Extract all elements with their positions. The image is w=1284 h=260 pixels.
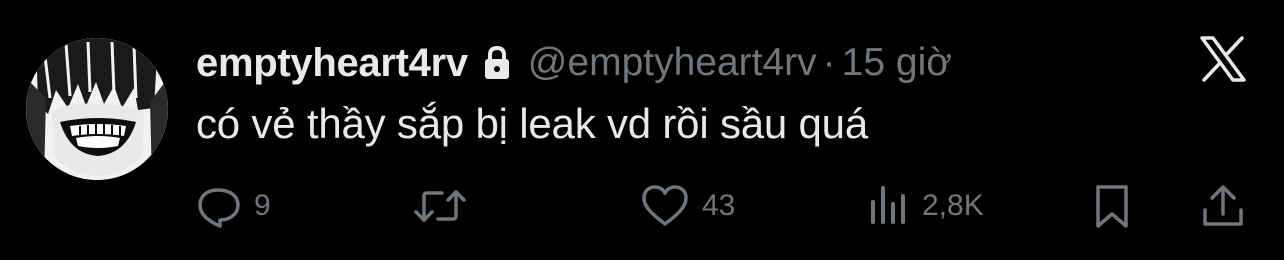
action-bar: 9 43 2,8K [0, 176, 1284, 236]
tweet-text: có vẻ thầy sắp bị leak vd rồi sầu quá [196, 100, 869, 147]
display-name[interactable]: emptyheart4rv [196, 41, 468, 86]
tweet-card[interactable]: emptyheart4rv @emptyheart4rv · 15 giờ có… [0, 0, 1284, 260]
separator-dot: · [822, 41, 836, 84]
user-handle[interactable]: @emptyheart4rv [528, 41, 817, 85]
lock-icon [482, 45, 512, 81]
retweet-button[interactable] [412, 176, 480, 236]
avatar[interactable] [26, 38, 168, 180]
like-button[interactable]: 43 [640, 176, 735, 236]
share-button[interactable] [1200, 176, 1246, 236]
views-count: 2,8K [922, 189, 984, 222]
views-icon [871, 186, 905, 224]
like-count: 43 [702, 189, 736, 222]
x-logo-icon [1198, 34, 1248, 84]
heart-icon [642, 185, 688, 226]
share-icon [1203, 185, 1243, 226]
tweet-header: emptyheart4rv @emptyheart4rv · 15 giờ [196, 38, 952, 88]
reply-button[interactable]: 9 [194, 176, 271, 236]
reply-icon [198, 188, 240, 228]
retweet-icon [414, 190, 466, 222]
reply-count: 9 [254, 189, 271, 222]
views-button[interactable]: 2,8K [866, 176, 984, 236]
bookmark-icon [1096, 185, 1128, 228]
timestamp[interactable]: 15 giờ [842, 41, 952, 85]
bookmark-button[interactable] [1092, 176, 1132, 236]
avatar-image [26, 38, 168, 180]
